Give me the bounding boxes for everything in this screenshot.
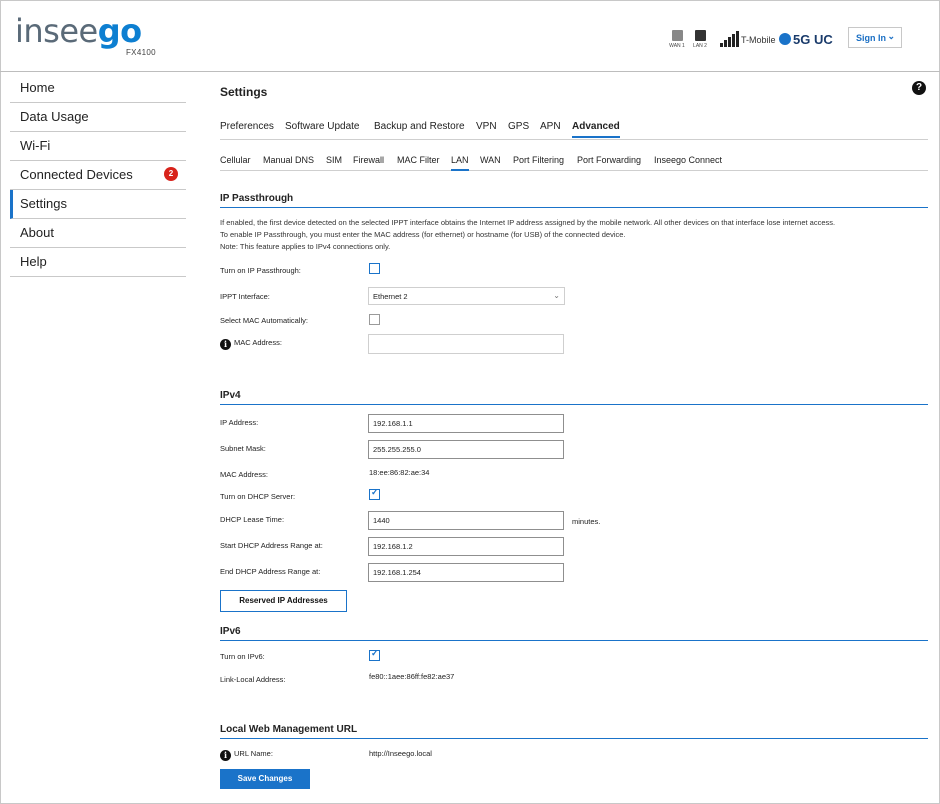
ip-address-label: IP Address:	[220, 418, 259, 427]
subtab-sim[interactable]: SIM	[326, 155, 342, 165]
network-type: 5G UC	[779, 32, 833, 47]
local-web-heading: Local Web Management URL	[220, 724, 928, 739]
inseego-logo[interactable]: inseego	[15, 12, 142, 50]
notification-badge: 2	[164, 167, 178, 181]
ippt-interface-label: IPPT Interface:	[220, 292, 270, 301]
wan1-status: WAN 1	[667, 30, 687, 49]
subnet-mask-label: Subnet Mask:	[220, 444, 266, 453]
ip-passthrough-checkbox[interactable]	[369, 263, 380, 274]
dhcp-start-input[interactable]: 192.168.1.2	[368, 537, 564, 556]
page-title: Settings	[220, 85, 268, 99]
dhcp-server-checkbox[interactable]: ✓	[369, 487, 380, 500]
sidebar: Home Data Usage Wi-Fi Connected Devices 2…	[10, 74, 186, 277]
dhcp-lease-input[interactable]: 1440	[368, 511, 564, 530]
ipv6-heading: IPv6	[220, 626, 928, 641]
sign-in-button[interactable]: Sign In ⌄	[848, 27, 902, 48]
dhcp-server-label: Turn on DHCP Server:	[220, 492, 296, 501]
5g-icon	[779, 33, 791, 45]
save-changes-button[interactable]: Save Changes	[220, 769, 310, 789]
ip-passthrough-note: Note: This feature applies to IPv4 conne…	[220, 242, 391, 251]
checkmark-icon: ✓	[371, 648, 379, 658]
link-local-label: Link-Local Address:	[220, 675, 286, 684]
signal-strength-icon	[720, 31, 740, 47]
checkmark-icon: ✓	[371, 487, 379, 497]
info-icon[interactable]: i	[220, 750, 231, 761]
tab-software-update[interactable]: Software Update	[285, 121, 360, 132]
settings-tabs: Preferences Software Update Backup and R…	[220, 118, 928, 140]
mac-address-label: MAC Address:	[220, 470, 268, 479]
sidebar-item-wifi[interactable]: Wi-Fi	[10, 132, 186, 161]
subtab-manual-dns[interactable]: Manual DNS	[263, 155, 314, 165]
help-icon[interactable]: ?	[912, 81, 926, 95]
reserved-ip-button[interactable]: Reserved IP Addresses	[220, 590, 347, 612]
sidebar-item-home[interactable]: Home	[10, 74, 186, 103]
subtab-lan[interactable]: LAN	[451, 155, 469, 171]
carrier-name: T-Mobile	[741, 35, 776, 45]
subtab-firewall[interactable]: Firewall	[353, 155, 384, 165]
tab-backup-restore[interactable]: Backup and Restore	[374, 121, 465, 132]
advanced-subtabs: Cellular Manual DNS SIM Firewall MAC Fil…	[220, 152, 928, 171]
subtab-port-filtering[interactable]: Port Filtering	[513, 155, 564, 165]
ipv6-checkbox[interactable]: ✓	[369, 648, 380, 661]
subtab-inseego-connect[interactable]: Inseego Connect	[654, 155, 722, 165]
ethernet-port-icon	[671, 30, 683, 41]
header: inseego FX4100 WAN 1 LAN 2 T-Mobile 5G U…	[0, 0, 940, 72]
dhcp-end-input[interactable]: 192.168.1.254	[368, 563, 564, 582]
tab-apn[interactable]: APN	[540, 121, 561, 132]
subtab-port-forwarding[interactable]: Port Forwarding	[577, 155, 641, 165]
ethernet-port-icon	[694, 30, 706, 41]
ip-passthrough-toggle-label: Turn on IP Passthrough:	[220, 266, 301, 275]
tab-gps[interactable]: GPS	[508, 121, 529, 132]
sidebar-item-data-usage[interactable]: Data Usage	[10, 103, 186, 132]
url-name-label: i URL Name:	[220, 749, 273, 761]
tab-preferences[interactable]: Preferences	[220, 121, 274, 132]
ippt-mac-input[interactable]	[368, 334, 564, 354]
ipv4-heading: IPv4	[220, 390, 928, 405]
chevron-down-icon: ⌄	[887, 31, 895, 41]
tab-advanced[interactable]: Advanced	[572, 121, 620, 138]
chevron-down-icon: ⌄	[553, 291, 560, 300]
ip-address-input[interactable]: 192.168.1.1	[368, 414, 564, 433]
dhcp-end-label: End DHCP Address Range at:	[220, 567, 321, 576]
ippt-mac-label: i MAC Address:	[220, 338, 282, 350]
subtab-wan[interactable]: WAN	[480, 155, 501, 165]
tab-vpn[interactable]: VPN	[476, 121, 497, 132]
subtab-mac-filter[interactable]: MAC Filter	[397, 155, 440, 165]
lease-unit-label: minutes.	[572, 517, 601, 526]
sidebar-item-connected-devices[interactable]: Connected Devices 2	[10, 161, 186, 190]
subnet-mask-input[interactable]: 255.255.255.0	[368, 440, 564, 459]
ippt-interface-select[interactable]: Ethernet 2 ⌄	[368, 287, 565, 305]
ip-passthrough-instructions: To enable IP Passthrough, you must enter…	[220, 230, 626, 239]
auto-mac-label: Select MAC Automatically:	[220, 316, 308, 325]
subtab-cellular[interactable]: Cellular	[220, 155, 251, 165]
model-label: FX4100	[126, 48, 156, 57]
sidebar-item-help[interactable]: Help	[10, 248, 186, 277]
dhcp-lease-label: DHCP Lease Time:	[220, 515, 285, 524]
auto-mac-checkbox[interactable]	[369, 314, 380, 325]
info-icon[interactable]: i	[220, 339, 231, 350]
ip-passthrough-description: If enabled, the first device detected on…	[220, 218, 836, 227]
mac-address-value: 18:ee:86:82:ae:34	[369, 468, 430, 477]
ipv6-toggle-label: Turn on IPv6:	[220, 652, 265, 661]
sidebar-item-about[interactable]: About	[10, 219, 186, 248]
dhcp-start-label: Start DHCP Address Range at:	[220, 541, 323, 550]
url-name-value: http://Inseego.local	[369, 749, 432, 758]
lan2-status: LAN 2	[690, 30, 710, 49]
sidebar-item-settings[interactable]: Settings	[10, 190, 186, 219]
link-local-value: fe80::1aee:86ff:fe82:ae37	[369, 672, 455, 681]
ip-passthrough-heading: IP Passthrough	[220, 193, 928, 208]
